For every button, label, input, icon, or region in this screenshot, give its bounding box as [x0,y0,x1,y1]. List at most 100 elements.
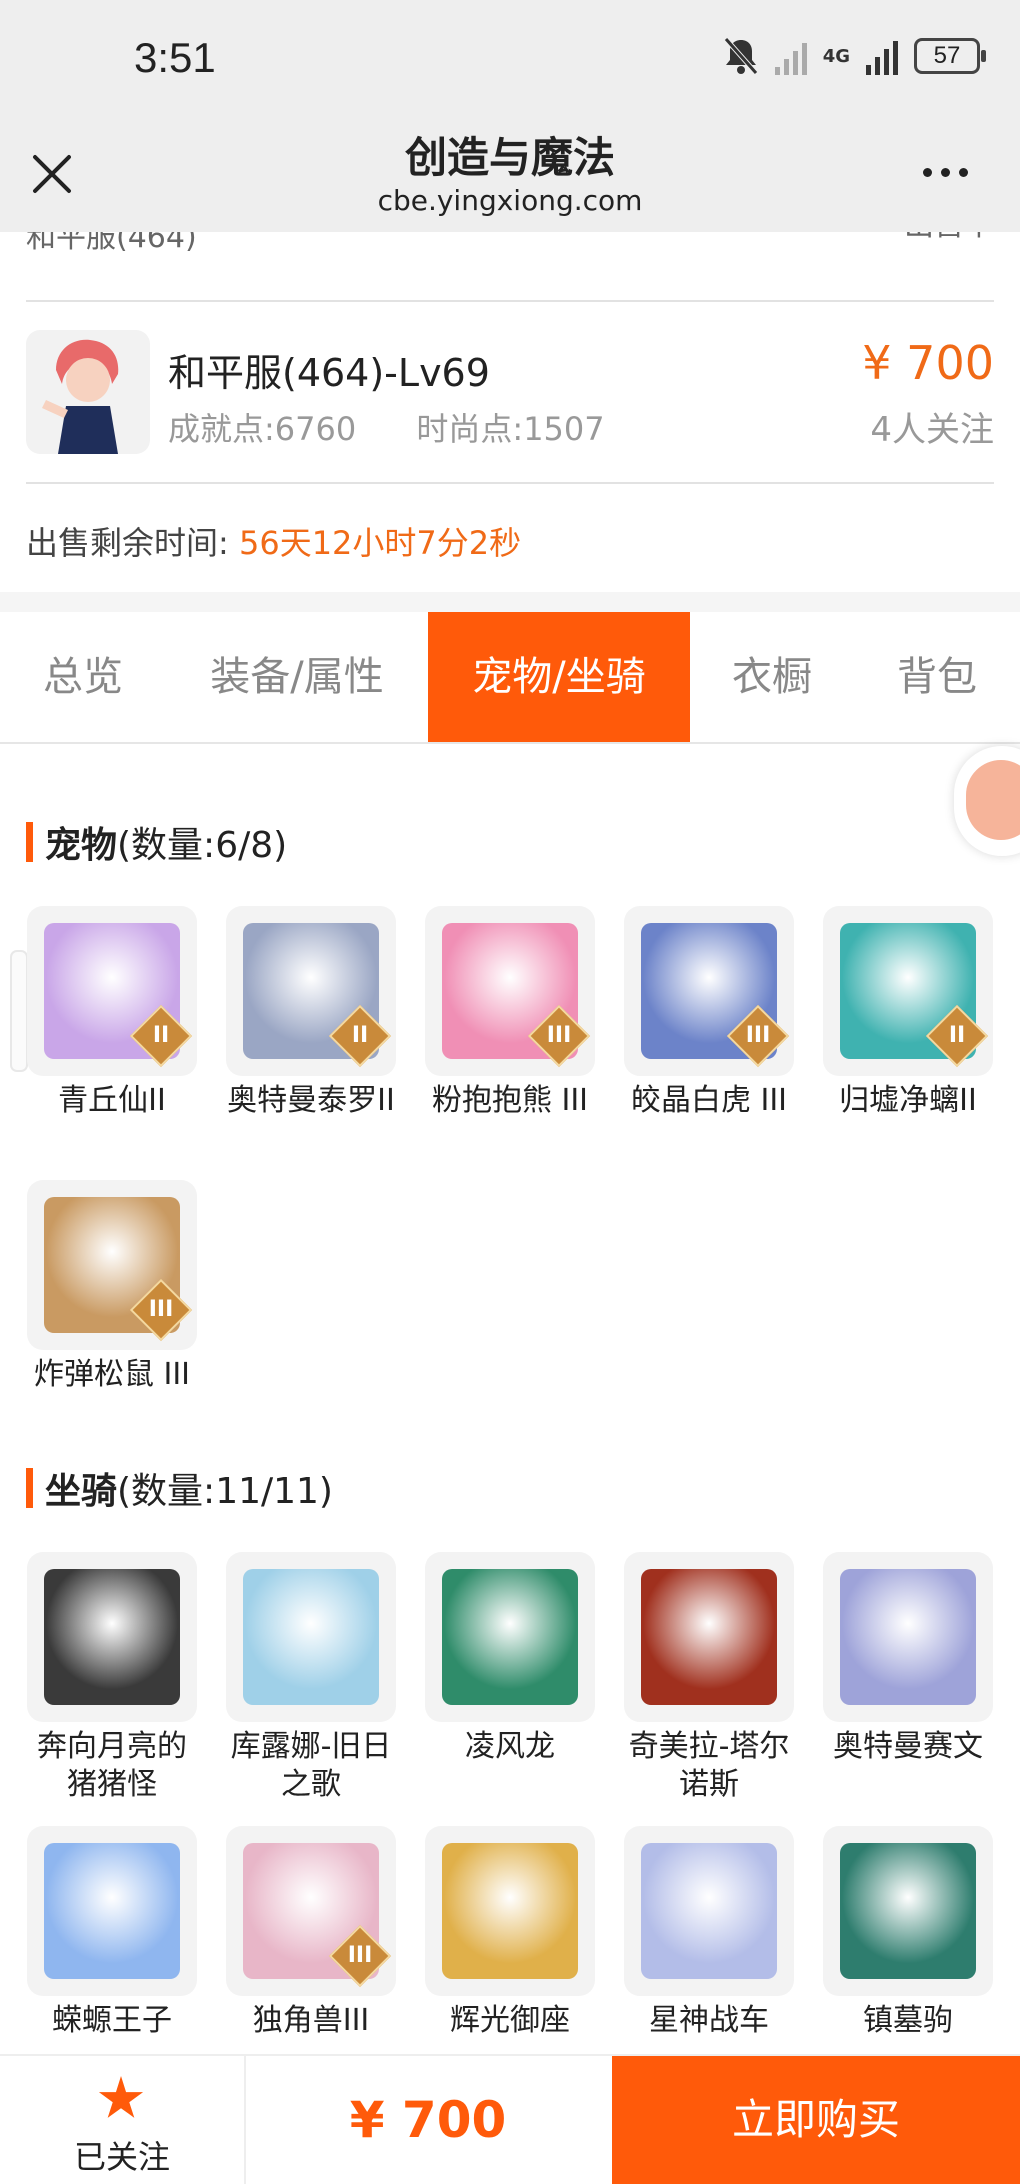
pet-name: 青丘仙II [58,1083,166,1118]
mount-thumbnail: III [226,1826,396,1996]
fashion-points: 时尚点:1507 [416,410,605,448]
battery-icon: 57 [914,38,986,74]
mount-item[interactable]: 星神战车 [623,1826,795,2040]
page-title: 创造与魔法 [404,133,615,182]
tab-overview[interactable]: 总览 [0,612,166,742]
pet-item[interactable]: III 炸弹松鼠 III [26,1180,198,1394]
tab-pets-mounts[interactable]: 宠物/坐骑 [428,612,690,742]
pet-thumbnail: II [27,906,197,1076]
mount-image [243,1569,379,1705]
signal-weak-icon [774,37,807,75]
floating-helper-button[interactable] [954,746,1020,856]
pet-item[interactable]: III 粉抱抱熊 III [424,906,596,1120]
mount-name: 奇美拉-塔尔诺斯 [628,1729,790,1802]
mount-image [641,1843,777,1979]
pet-name: 奥特曼泰罗II [227,1083,395,1118]
pet-item[interactable]: II 奥特曼泰罗II [225,906,397,1120]
mount-name: 库露娜-旧日之歌 [230,1729,392,1802]
achievement-points: 成就点:6760 [168,410,357,448]
mount-thumbnail [27,1552,197,1722]
mount-name: 独角兽III [252,2003,370,2038]
pet-name: 皎晶白虎 III [630,1083,788,1118]
mount-name: 镇墓驹 [863,2003,953,2038]
remaining-value: 56天12小时7分2秒 [238,524,522,562]
mount-thumbnail [425,1826,595,1996]
star-icon [98,2076,144,2118]
page-url: cbe.yingxiong.com [377,184,643,217]
mount-item[interactable]: 奥特曼赛文 [822,1552,994,1766]
mount-image [442,1569,578,1705]
bottom-action-bar: 已关注 ¥ 700 立即购买 [0,2054,1020,2184]
mount-image [442,1843,578,1979]
mount-name: 蝾螈王子 [52,2003,172,2038]
mount-thumbnail [823,1826,993,1996]
pet-thumbnail: II [823,906,993,1076]
mount-thumbnail [27,1826,197,1996]
network-type: 4G [822,45,850,67]
follow-label: 已关注 [73,2138,170,2176]
follower-count: 4人关注 [870,410,994,450]
tab-backpack[interactable]: 背包 [854,612,1020,742]
pet-item[interactable]: II 归墟净螭II [822,906,994,1120]
divider [26,300,994,302]
mount-item[interactable]: 蝾螈王子 [26,1826,198,2040]
status-icons: 4G 57 [723,36,986,76]
mount-name: 凌风龙 [465,1729,555,1764]
tab-wardrobe[interactable]: 衣橱 [690,612,854,742]
pets-section-title: 宠物 (数量:6/8) [26,816,287,868]
bottom-price: ¥ 700 [349,2091,507,2149]
tab-equipment[interactable]: 装备/属性 [166,612,428,742]
mount-item[interactable]: 奇美拉-塔尔诺斯 [623,1552,795,1804]
mount-image [840,1569,976,1705]
tab-bar: 总览 装备/属性 宠物/坐骑 衣橱 背包 [0,612,1020,744]
top-bar: 3:51 4G 57 创造与魔法 cbe.yingxiong.com [0,0,1020,232]
remaining-time: 出售剩余时间: 56天12小时7分2秒 [26,518,521,564]
pet-name: 粉抱抱熊 III [431,1083,589,1118]
mount-item[interactable]: 辉光御座 [424,1826,596,2040]
role-stats: 成就点:6760 时尚点:1507 [168,404,655,450]
mute-bell-icon [723,37,758,75]
mount-item[interactable]: 奔向月亮的猪猪怪 [26,1552,198,1804]
mount-name: 奔向月亮的猪猪怪 [37,1729,187,1802]
mount-item[interactable]: 镇墓驹 [822,1826,994,2040]
mount-thumbnail [425,1552,595,1722]
divider [26,482,994,484]
pets-title: 宠物 [45,825,118,866]
mount-thumbnail [823,1552,993,1722]
signal-icon [866,37,898,75]
role-name: 和平服(464)-Lv69 [168,351,490,395]
pet-thumbnail: III [27,1180,197,1350]
pet-item[interactable]: III 皎晶白虎 III [623,906,795,1120]
mount-thumbnail [226,1552,396,1722]
mount-item[interactable]: 库露娜-旧日之歌 [225,1552,397,1804]
mount-image [840,1843,976,1979]
pets-count: (数量:6/8) [117,825,288,866]
role-card[interactable]: 和平服(464)-Lv69 成就点:6760 时尚点:1507 ¥ 700 4人… [26,330,994,456]
pet-name: 炸弹松鼠 III [33,1357,191,1392]
pet-thumbnail: III [425,906,595,1076]
pet-item[interactable]: II 青丘仙II [26,906,198,1120]
mounts-section-title: 坐骑 (数量:11/11) [26,1462,333,1514]
role-price: ¥ 700 [862,336,994,390]
mount-thumbnail [624,1552,794,1722]
mount-name: 辉光御座 [450,2003,570,2038]
mount-thumbnail [624,1826,794,1996]
pet-thumbnail: III [624,906,794,1076]
avatar [26,330,150,454]
mount-image [641,1569,777,1705]
more-options-icon[interactable] [923,168,968,177]
mounts-title: 坐骑 [45,1471,118,1512]
mount-name: 星神战车 [649,2003,769,2038]
mount-item[interactable]: III 独角兽III [225,1826,397,2040]
mount-name: 奥特曼赛文 [833,1729,983,1764]
mount-image [44,1843,180,1979]
section-gap [0,592,1020,612]
follow-button[interactable]: 已关注 [0,2056,246,2184]
mounts-count: (数量:11/11) [117,1471,333,1512]
buy-now-button[interactable]: 立即购买 [612,2056,1020,2184]
mount-item[interactable]: 凌风龙 [424,1552,596,1766]
pet-name: 归墟净螭II [839,1083,977,1118]
pet-thumbnail: II [226,906,396,1076]
remaining-label: 出售剩余时间: [26,524,229,562]
status-time: 3:51 [134,34,216,81]
